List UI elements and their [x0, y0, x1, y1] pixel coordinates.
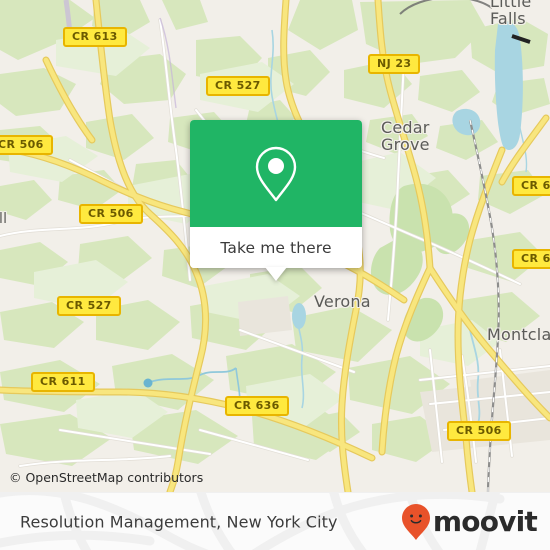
road-shield: CR 506	[79, 204, 143, 224]
popup-pointer-tail	[265, 267, 287, 281]
map-pin-icon	[255, 146, 297, 201]
take-me-there-label: Take me there	[220, 238, 332, 257]
road-shield: CR 506	[0, 135, 53, 155]
moovit-smiley-pin-icon	[401, 504, 430, 540]
road-shield: NJ 23	[368, 54, 421, 74]
road-shield: CR 527	[57, 296, 121, 316]
moovit-wordmark: moovit	[432, 505, 538, 538]
destination-popup-card[interactable]: Take me there	[190, 120, 362, 281]
osm-attribution[interactable]: © OpenStreetMap contributors	[9, 470, 203, 485]
location-title: Resolution Management, New York City	[20, 512, 338, 532]
road-shield: CR 621	[512, 176, 550, 196]
moovit-brand[interactable]: moovit	[401, 503, 538, 541]
moovit-map-screenshot: Little Falls Cedar Grove Verona Montclai…	[0, 0, 550, 550]
road-shield: CR 527	[206, 76, 270, 96]
road-shield: CR 611	[31, 372, 95, 392]
road-shield: CR 636	[225, 396, 289, 416]
popup-footer[interactable]: Take me there	[190, 227, 362, 281]
road-shield: CR 613	[63, 27, 127, 47]
road-shield: CR 506	[447, 421, 511, 441]
map-canvas[interactable]: Little Falls Cedar Grove Verona Montclai…	[0, 0, 550, 492]
bottom-bar: Resolution Management, New York City moo…	[0, 492, 550, 550]
road-shield: CR 621	[512, 249, 550, 269]
popup-header	[190, 120, 362, 227]
